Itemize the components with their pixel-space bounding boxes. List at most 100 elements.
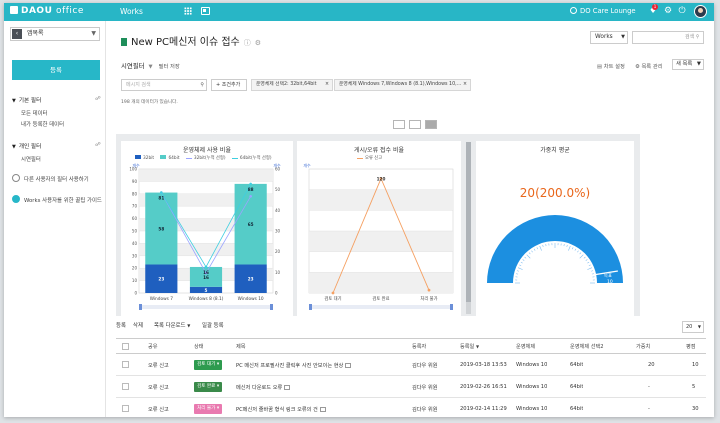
page-size-select[interactable]: 20 ▼ [682, 321, 704, 333]
app-name[interactable]: Works [120, 7, 143, 16]
chart-settings-label: 차트 설정 [603, 64, 625, 70]
scrollbar-thumb[interactable] [466, 142, 471, 302]
col-share[interactable]: 공유 [148, 343, 158, 350]
status-badge[interactable]: 처리 불가 ▾ [194, 404, 223, 414]
global-search-input[interactable]: 검색 ⚲ [632, 31, 704, 44]
app-window: DAOU office Works DO Care Lounge ♦ 1 ⚙ ⏻… [4, 3, 714, 417]
logo[interactable]: DAOU office [10, 6, 84, 16]
x-tick-label: Windows 7 [150, 296, 174, 302]
power-icon[interactable]: ⏻ [677, 6, 687, 17]
status-badge[interactable]: 검토 대기 ▾ [194, 360, 223, 370]
status-label: 검토 대기 [197, 362, 216, 367]
search-icon[interactable]: ⚲ [696, 34, 700, 40]
close-icon[interactable]: × [463, 80, 467, 90]
row-checkbox[interactable] [122, 383, 129, 390]
other-user-filter-link[interactable]: 다른 사용자의 필터 사용하기 [24, 175, 89, 183]
cell-author: 김다우 위원 [412, 385, 438, 391]
y-right-tick-label: 0 [275, 291, 278, 296]
table-row[interactable]: 오류 신고 검토 완료 ▾ 메신저 다운로드 오류 김다우 위원 2019-02-26 … [116, 376, 706, 398]
filter-item-all[interactable]: 모든 데이터 [21, 109, 48, 117]
filter-item-mine[interactable]: 내가 등록한 데이터 [21, 120, 64, 128]
filter-chip[interactable]: 운영체제 선택2: 32bit,64bit × [251, 79, 333, 91]
works-select[interactable]: Works ▼ [590, 31, 628, 44]
register-button[interactable]: 등록 [12, 60, 100, 80]
chart-scrollbar[interactable] [466, 142, 471, 314]
y-tick-label: 10 [132, 278, 138, 283]
view-dropdown-icon[interactable]: ▼ [149, 64, 153, 70]
col-date[interactable]: 등록일 ▼ [460, 343, 479, 350]
table-row[interactable]: 오류 신고 검토 대기 ▾ PC 메신저 프로필사진 클릭후 사진 안보이는 현상 김… [116, 354, 706, 376]
section-basic-filter[interactable]: ▼ 기본 필터 ☍ [12, 96, 102, 104]
section-personal-filter[interactable]: ▼ 개인 필터 ☍ [12, 142, 102, 150]
list-download-button[interactable]: 목록 다운로드 ▼ [154, 321, 190, 329]
title-text: PC 메신저 프로필사진 클릭후 사진 안보이는 현상 [236, 363, 344, 369]
col-status[interactable]: 상태 [194, 343, 204, 350]
col-os-bit[interactable]: 운영체제 선택2 [570, 343, 604, 350]
gear-icon[interactable]: ⚙ [663, 6, 673, 17]
row-checkbox[interactable] [122, 405, 129, 412]
section-title: 기본 필터 [18, 98, 42, 104]
line-label: 88 [248, 187, 254, 192]
save-filter-link[interactable]: 필터 저장 [159, 64, 180, 70]
card-icon[interactable] [201, 7, 210, 15]
register-list-button[interactable]: 등록 [116, 321, 126, 329]
chart-status-svg: 개수 120 검토 대기 검토 완료 처리 불가 [303, 162, 454, 310]
layout-single-icon[interactable] [393, 120, 405, 129]
view-title-text: 시연필터 [121, 62, 145, 70]
cell-title[interactable]: 메신저 다운로드 오류 [236, 384, 291, 391]
filter-item-demo[interactable]: 시연필터 [21, 155, 41, 163]
cell-os-bit: 64bit [570, 406, 584, 412]
x-tick-label: 검토 완료 [372, 295, 389, 302]
gauge-tick [568, 245, 571, 251]
link-icon[interactable]: ☍ [95, 142, 101, 148]
preview-icon[interactable] [345, 363, 352, 368]
delete-button[interactable]: 삭제 [133, 321, 143, 329]
view-select[interactable]: 새 목록 ▼ [672, 59, 704, 70]
view-manage-button[interactable]: ⚙ 목록 관리 [635, 62, 663, 70]
col-weight[interactable]: 가중치 [636, 343, 650, 350]
back-icon[interactable]: ‹ [12, 29, 22, 39]
close-icon[interactable]: × [325, 80, 329, 90]
add-condition-button[interactable]: + 조건추가 [211, 79, 247, 91]
tips-guide-link[interactable]: Works 사용자를 위한 꿀팁 가이드 [24, 196, 102, 204]
select-all-checkbox[interactable] [122, 343, 129, 350]
cell-os-bit: 64bit [570, 384, 584, 390]
page-title-text: New PC메신저 이슈 접수 [131, 37, 240, 48]
app-select[interactable]: ‹ 앱목록 ▼ [10, 27, 100, 41]
bulk-register-button[interactable]: 일괄 등록 [202, 321, 224, 329]
y-tick-label: 20 [132, 266, 138, 271]
tip-icon [12, 195, 20, 203]
info-icon[interactable]: ⓘ [244, 39, 251, 47]
link-icon[interactable]: ☍ [95, 96, 101, 102]
y-tick-label: 50 [132, 229, 138, 234]
layout-triple-icon[interactable] [425, 120, 437, 129]
row-checkbox[interactable] [122, 361, 129, 368]
avatar[interactable] [694, 5, 707, 18]
cell-os: Windows 10 [516, 406, 548, 412]
col-os[interactable]: 운영체제 [516, 343, 535, 350]
logo-brand: DAOU [21, 6, 53, 16]
filter-search-input[interactable]: 메시지 검색 ⚲ [121, 79, 207, 91]
bar-label: 65 [248, 222, 254, 227]
chart-settings-button[interactable]: ▤ 차트 설정 [597, 62, 625, 70]
do-care-lounge-link[interactable]: DO Care Lounge [570, 7, 636, 15]
apps-grid-icon[interactable] [184, 7, 192, 15]
gauge-tick [533, 248, 536, 251]
status-badge[interactable]: 검토 완료 ▾ [194, 382, 223, 392]
layout-double-icon[interactable] [409, 120, 421, 129]
col-score[interactable]: 평점 [686, 343, 696, 350]
search-icon[interactable]: ⚲ [200, 80, 204, 90]
series-point [204, 265, 208, 269]
settings-icon[interactable]: ⚙ [255, 39, 261, 47]
preview-icon[interactable] [284, 385, 291, 390]
preview-icon[interactable] [319, 407, 326, 412]
status-label: 검토 완료 [197, 384, 216, 389]
y-tick-label: 40 [132, 241, 138, 246]
cell-title[interactable]: PC 메신저 프로필사진 클릭후 사진 안보이는 현상 [236, 362, 352, 369]
filter-chip[interactable]: 운영체제 Windows 7,Windows 8 (8.1),Windows 1… [334, 79, 471, 91]
table-row[interactable]: 오류 신고 처리 불가 ▾ PC메신저 줄바꿈 형식 링크 오류의 건 김다우 위원 2… [116, 398, 706, 417]
col-title[interactable]: 제목 [236, 343, 246, 350]
cell-title[interactable]: PC메신저 줄바꿈 형식 링크 오류의 건 [236, 406, 326, 413]
gauge-tick [531, 250, 533, 253]
col-author[interactable]: 등록자 [412, 343, 426, 350]
